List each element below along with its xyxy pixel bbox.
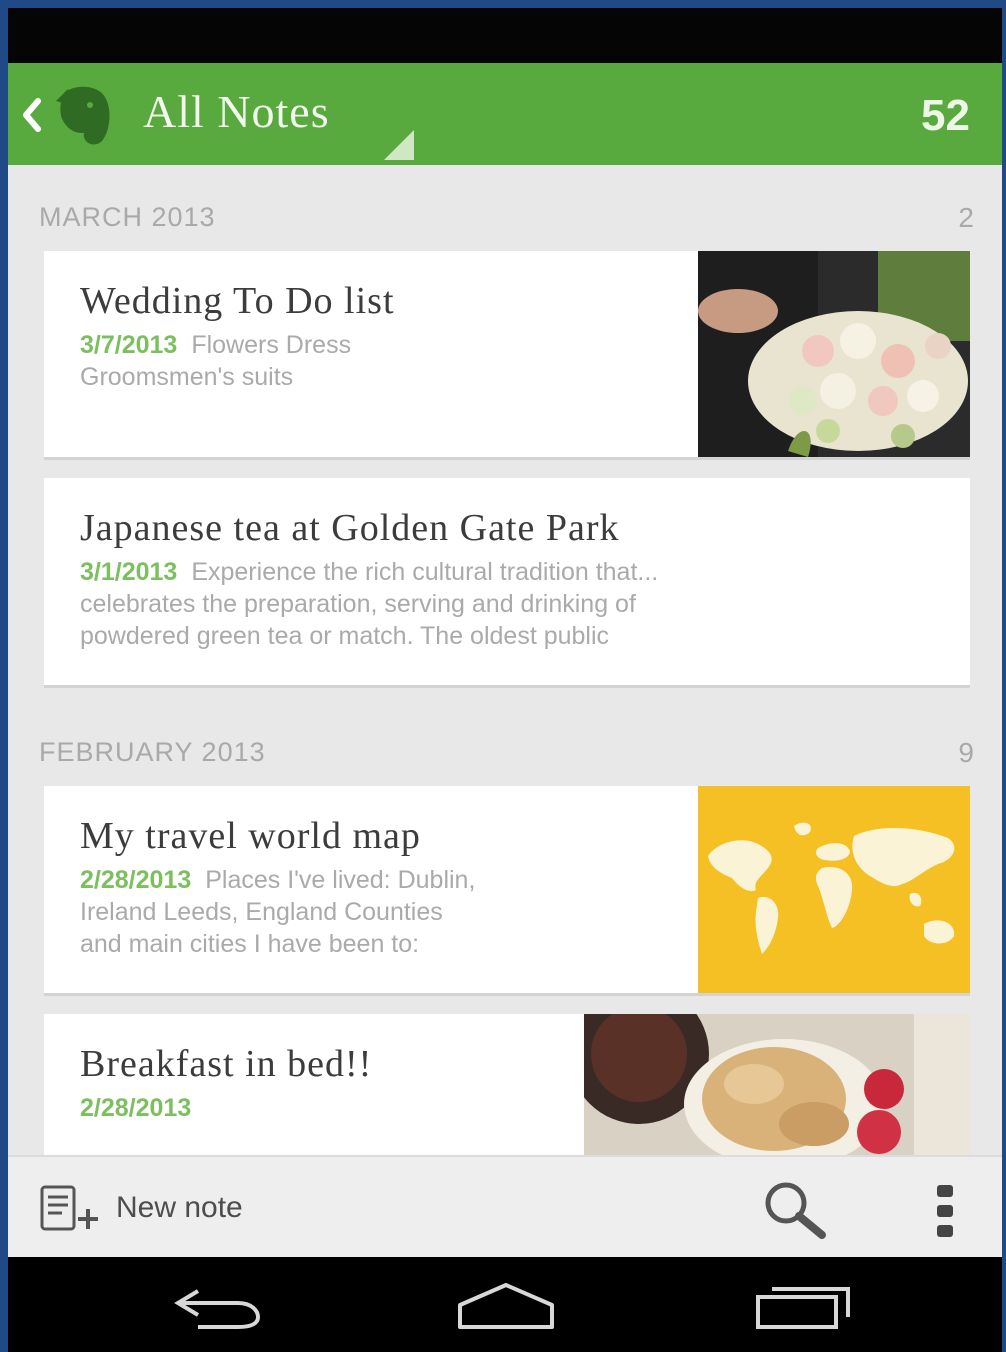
status-bar [8, 8, 1002, 63]
snippet-line: and main cities I have been to: [80, 930, 420, 958]
app-header: All Notes 52 [8, 63, 1002, 165]
wedding-bouquet-photo [698, 251, 970, 457]
evernote-elephant-icon[interactable] [46, 81, 116, 149]
note-date: 3/7/2013 [80, 331, 178, 359]
section-label: FEBRUARY 2013 [39, 737, 266, 767]
note-title: Wedding To Do list [80, 280, 395, 322]
new-note-button[interactable]: New note [116, 1191, 243, 1225]
system-navigation-bar [8, 1257, 1002, 1352]
bottom-toolbar: New note [8, 1155, 1002, 1257]
back-arrow-icon[interactable] [168, 1281, 268, 1331]
dropdown-triangle-icon[interactable] [380, 130, 414, 160]
more-vertical-icon[interactable] [932, 1183, 958, 1239]
note-date: 3/1/2013 [80, 558, 178, 586]
snippet-line: powdered green tea or match. The oldest … [80, 622, 610, 650]
note-card-japanese-tea[interactable]: Japanese tea at Golden Gate Park 3/1/201… [44, 478, 970, 688]
snippet-line: Groomsmen's suits [80, 363, 294, 391]
section-count: 2 [958, 202, 974, 233]
notebook-title[interactable]: All Notes [143, 85, 330, 138]
search-icon[interactable] [760, 1179, 830, 1241]
note-snippet: 2/28/2013 [80, 1092, 530, 1124]
note-date: 2/28/2013 [80, 866, 192, 894]
world-map-image [698, 786, 970, 993]
snippet-line: Places I've lived: Dublin, [205, 866, 476, 894]
note-snippet: 3/1/2013 Experience the rich cultural tra… [80, 556, 950, 652]
new-note-icon[interactable] [38, 1183, 106, 1235]
recent-apps-icon[interactable] [754, 1281, 854, 1331]
note-date: 2/28/2013 [80, 1094, 192, 1122]
note-title: Breakfast in bed!! [80, 1043, 373, 1085]
note-title: My travel world map [80, 815, 421, 857]
section-header-march-2013: MARCH 2013 2 [8, 180, 1002, 240]
note-card-travel-map[interactable]: My travel world map 2/28/2013 Places I've… [44, 786, 970, 996]
snippet-line: celebrates the preparation, serving and … [80, 590, 636, 618]
phone-screen: All Notes 52 MARCH 2013 2 Wedding To Do … [8, 8, 1002, 1352]
snippet-line: Experience the rich cultural tradition t… [191, 558, 659, 586]
snippet-line: Flowers Dress [191, 331, 352, 359]
note-snippet: 2/28/2013 Places I've lived: Dublin, Irel… [80, 864, 680, 960]
home-icon[interactable] [456, 1281, 556, 1331]
section-label: MARCH 2013 [39, 202, 216, 232]
notes-list[interactable]: MARCH 2013 2 Wedding To Do list 3/7/2013… [8, 165, 1002, 1155]
note-title: Japanese tea at Golden Gate Park [80, 507, 620, 549]
chevron-left-icon[interactable] [18, 95, 44, 135]
breakfast-photo [584, 1014, 970, 1155]
snippet-line: Ireland Leeds, England Counties [80, 898, 443, 926]
section-header-february-2013: FEBRUARY 2013 9 [8, 715, 1002, 775]
note-count: 52 [921, 91, 970, 140]
note-card-wedding[interactable]: Wedding To Do list 3/7/2013 Flowers Dress… [44, 251, 970, 460]
section-count: 9 [958, 737, 974, 768]
note-card-breakfast[interactable]: Breakfast in bed!! 2/28/2013 [44, 1014, 970, 1155]
note-snippet: 3/7/2013 Flowers Dress Groomsmen's suits [80, 329, 680, 393]
